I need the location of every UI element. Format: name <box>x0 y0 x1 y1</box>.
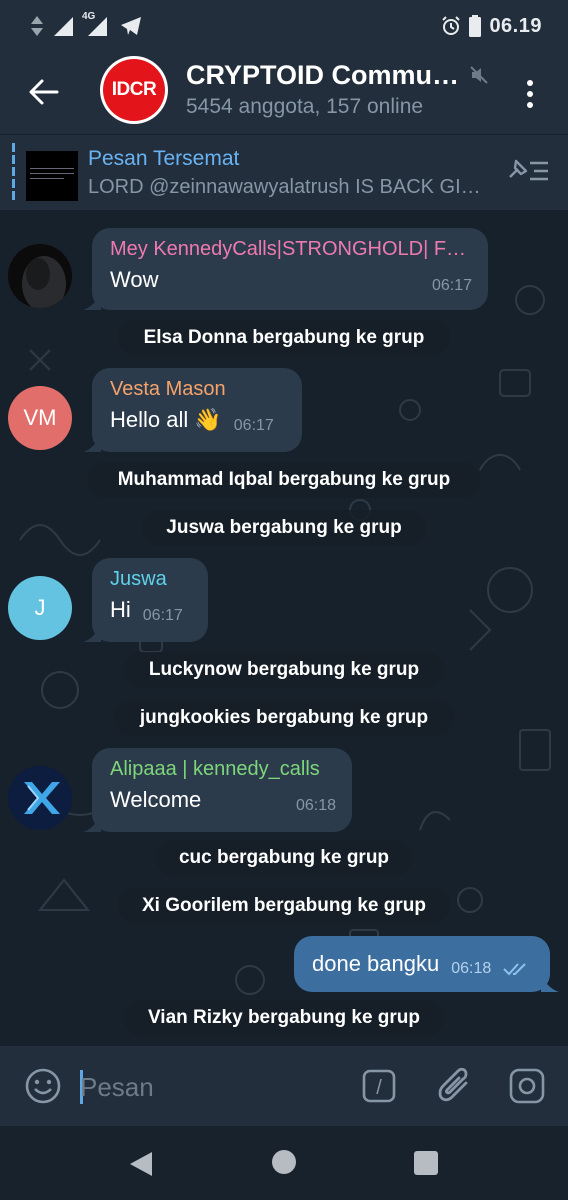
arrow-left-icon <box>29 79 59 105</box>
status-icons-left: 4G <box>30 11 142 37</box>
message-input[interactable]: Pesan <box>80 1072 154 1103</box>
pinned-thumbnail <box>26 151 78 201</box>
clock: 06.19 <box>489 14 542 37</box>
emoji-icon[interactable] <box>24 1067 62 1105</box>
muted-icon <box>470 66 488 84</box>
nav-back-icon[interactable] <box>128 1150 154 1178</box>
signal-4g-icon: 4G <box>82 11 112 37</box>
telegram-notification-icon <box>121 17 141 35</box>
message-bubble[interactable]: Vesta Mason Hello all 👋 06:17 <box>83 368 302 452</box>
x-logo-icon <box>8 766 72 830</box>
member-count: 5454 anggota, 157 online <box>186 95 424 118</box>
message-text: Hello all 👋 <box>110 407 222 432</box>
avatar[interactable]: J <box>8 576 72 640</box>
read-checkmarks-icon <box>503 963 526 976</box>
message-bubble[interactable]: Juswa Hi 06:17 <box>83 558 208 642</box>
pinned-text: LORD @zeinnawawyalatrush IS BACK GI… <box>88 176 481 198</box>
message-list[interactable]: Mey KennedyCalls|STRONGHOLD| F… Wow 06:1… <box>0 210 568 1046</box>
message-text: done bangku <box>312 951 440 976</box>
more-options-button[interactable] <box>516 74 544 114</box>
service-message: jungkookies bergabung ke grup <box>114 700 454 736</box>
sender-name[interactable]: Juswa <box>110 568 192 591</box>
service-message: Luckynow bergabung ke grup <box>124 652 444 688</box>
data-transfer-icon <box>31 16 43 36</box>
sender-name[interactable]: Mey KennedyCalls|STRONGHOLD| F… <box>110 238 472 261</box>
alarm-icon <box>442 16 461 35</box>
chat-header: IDCR CRYPTOID Commun… 5454 anggota, 157 … <box>0 52 568 134</box>
profile-photo <box>22 256 66 308</box>
pinned-message-bar[interactable]: Pesan Tersemat LORD @zeinnawawyalatrush … <box>0 134 568 210</box>
message-bubble[interactable]: Mey KennedyCalls|STRONGHOLD| F… Wow 06:1… <box>83 228 488 310</box>
message-time: 06:17 <box>142 607 183 624</box>
message-time: 06:18 <box>451 960 492 977</box>
message-text: Welcome <box>110 787 202 812</box>
message-time: 06:17 <box>233 417 274 434</box>
service-message: Elsa Donna bergabung ke grup <box>118 320 450 356</box>
bot-command-icon[interactable]: / <box>362 1069 396 1103</box>
message-time: 06:17 <box>431 277 472 294</box>
paperclip-icon[interactable] <box>436 1067 472 1105</box>
status-bar: 4G 06.19 <box>0 0 568 52</box>
message-time: 06:18 <box>295 797 336 814</box>
system-navigation-bar <box>0 1126 568 1200</box>
pinned-indicator <box>12 143 15 203</box>
signal-icon <box>54 17 73 36</box>
outgoing-message-bubble[interactable]: done bangku 06:18 <box>294 936 559 992</box>
camera-icon[interactable] <box>508 1067 546 1105</box>
avatar[interactable] <box>8 766 72 830</box>
service-message: Juswa bergabung ke grup <box>142 510 426 546</box>
message-text: Hi <box>110 597 131 622</box>
message-bubble[interactable]: Alipaaa | kennedy_calls Welcome 06:18 <box>83 748 352 832</box>
nav-home-icon[interactable] <box>272 1150 296 1174</box>
avatar[interactable]: VM <box>8 386 72 450</box>
avatar[interactable] <box>8 244 72 308</box>
pinned-list-icon[interactable] <box>506 155 550 187</box>
service-message: Muhammad Iqbal bergabung ke grup <box>88 462 480 498</box>
back-button[interactable] <box>24 72 64 112</box>
message-text: Wow <box>110 267 159 292</box>
nav-recents-icon[interactable] <box>414 1151 438 1175</box>
message-input-bar: Pesan / <box>0 1046 568 1126</box>
service-message: Xi Goorilem bergabung ke grup <box>118 888 450 924</box>
sender-name[interactable]: Vesta Mason <box>110 378 286 401</box>
group-avatar[interactable]: IDCR <box>100 56 168 124</box>
battery-icon <box>469 15 482 37</box>
service-message: Vian Rizky bergabung ke grup <box>124 1000 444 1036</box>
command-symbol: / <box>376 1077 382 1099</box>
group-logo: IDCR <box>111 79 157 100</box>
group-title[interactable]: CRYPTOID Commun… <box>186 60 468 91</box>
status-icons-right: 06.19 <box>441 15 542 38</box>
service-message: cuc bergabung ke grup <box>156 840 412 876</box>
pinned-title: Pesan Tersemat <box>88 147 240 170</box>
sender-name[interactable]: Alipaaa | kennedy_calls <box>110 758 336 781</box>
